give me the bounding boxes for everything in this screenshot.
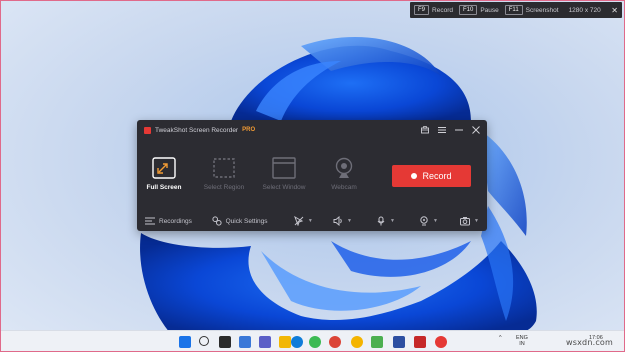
- chevron-down-icon: ▼: [346, 218, 352, 224]
- app-title: TweakShot Screen Recorder: [155, 126, 239, 134]
- chrome-icon[interactable]: [309, 336, 321, 348]
- record-hotkey: F9: [414, 5, 430, 15]
- start-icon[interactable]: [179, 336, 191, 348]
- chevron-down-icon: ▼: [432, 218, 438, 224]
- screenshot-hotkey: F11: [504, 5, 523, 15]
- task-view-icon[interactable]: [219, 336, 231, 348]
- edge-icon[interactable]: [291, 336, 303, 348]
- webcam-dropdown[interactable]: ▼: [419, 216, 460, 226]
- chrome-canary-icon[interactable]: [351, 336, 363, 348]
- tweakshot-taskbar-icon[interactable]: [414, 336, 426, 348]
- pause-hotkey: F10: [458, 5, 478, 15]
- mode-select-window[interactable]: Select Window: [254, 157, 314, 197]
- close-icon[interactable]: ✕: [611, 6, 618, 15]
- chrome-profile-icon[interactable]: [329, 336, 341, 348]
- file-explorer-icon[interactable]: [279, 336, 291, 348]
- menu-icon[interactable]: [438, 126, 446, 134]
- screenshot-hotkey-label: Screenshot: [525, 6, 559, 14]
- language-indicator[interactable]: ENG IN: [516, 335, 528, 347]
- microphone-icon: [377, 216, 385, 226]
- fullscreen-icon: [152, 157, 176, 179]
- record-button[interactable]: Record: [392, 165, 471, 187]
- cursor-effect-icon: [293, 216, 304, 226]
- microphone-dropdown[interactable]: ▼: [376, 216, 419, 226]
- chrome-app-icon[interactable]: [435, 336, 447, 348]
- recorder-window: TweakShot Screen Recorder PRO Full Scree…: [137, 120, 487, 231]
- recordings-list-icon: [145, 217, 155, 225]
- recorder-titlebar: TweakShot Screen Recorder PRO: [137, 120, 487, 140]
- search-icon[interactable]: [199, 336, 209, 346]
- mode-label: Select Region: [203, 184, 245, 191]
- watermark: wsxdn.com: [566, 338, 614, 347]
- camera-icon: [460, 217, 471, 226]
- record-button-label: Record: [422, 171, 452, 181]
- webcam-small-icon: [420, 216, 428, 226]
- region-code: IN: [519, 341, 525, 347]
- mode-label: Webcam: [331, 184, 357, 191]
- capture-resolution: 1280 x 720: [568, 6, 601, 14]
- hotkey-bar: F9 Record F10 Pause F11 Screenshot 1280 …: [410, 2, 622, 18]
- window-controls: [421, 126, 480, 134]
- cursor-effects-dropdown[interactable]: ▼: [293, 216, 333, 226]
- chevron-down-icon: ▼: [389, 218, 395, 224]
- minimize-icon[interactable]: [455, 126, 463, 134]
- taskbar: ^ ENG IN 17:06: [1, 330, 624, 351]
- audio-dropdown[interactable]: ▼: [333, 216, 376, 226]
- quick-settings-label: Quick Settings: [225, 217, 268, 225]
- widgets-icon[interactable]: [239, 336, 251, 348]
- mode-full-screen[interactable]: Full Screen: [134, 157, 194, 197]
- recordings-label: Recordings: [159, 217, 192, 225]
- recordings-button[interactable]: Recordings: [145, 216, 206, 226]
- chevron-down-icon: ▼: [474, 218, 479, 224]
- torrent-icon[interactable]: [371, 336, 383, 348]
- app-icon[interactable]: [393, 336, 405, 348]
- mode-webcam[interactable]: Webcam: [314, 157, 374, 197]
- record-hotkey-label: Record: [432, 6, 453, 14]
- record-dot-icon: [411, 173, 418, 179]
- region-icon: [213, 158, 235, 178]
- pause-hotkey-label: Pause: [480, 6, 499, 14]
- quick-settings-icon: [211, 216, 222, 226]
- mode-label: Select Window: [262, 184, 306, 191]
- mode-label: Full Screen: [146, 184, 182, 191]
- pro-badge: PRO: [242, 127, 256, 133]
- quick-settings-button[interactable]: Quick Settings: [211, 216, 286, 226]
- tray-chevron-icon[interactable]: ^: [499, 335, 502, 341]
- toolbox-icon[interactable]: [421, 126, 429, 134]
- app-logo-icon: [144, 126, 151, 134]
- window-icon: [272, 157, 296, 179]
- chat-icon[interactable]: [259, 336, 271, 348]
- recorder-toolbar: Recordings Quick Settings ▼ ▼ ▼ ▼ ▼: [137, 212, 487, 230]
- screenshot-dropdown[interactable]: ▼: [460, 216, 479, 226]
- mode-select-region[interactable]: Select Region: [194, 157, 254, 197]
- chevron-down-icon: ▼: [307, 218, 313, 224]
- speaker-icon: [333, 216, 342, 226]
- close-icon[interactable]: [472, 126, 480, 134]
- webcam-icon: [335, 157, 353, 178]
